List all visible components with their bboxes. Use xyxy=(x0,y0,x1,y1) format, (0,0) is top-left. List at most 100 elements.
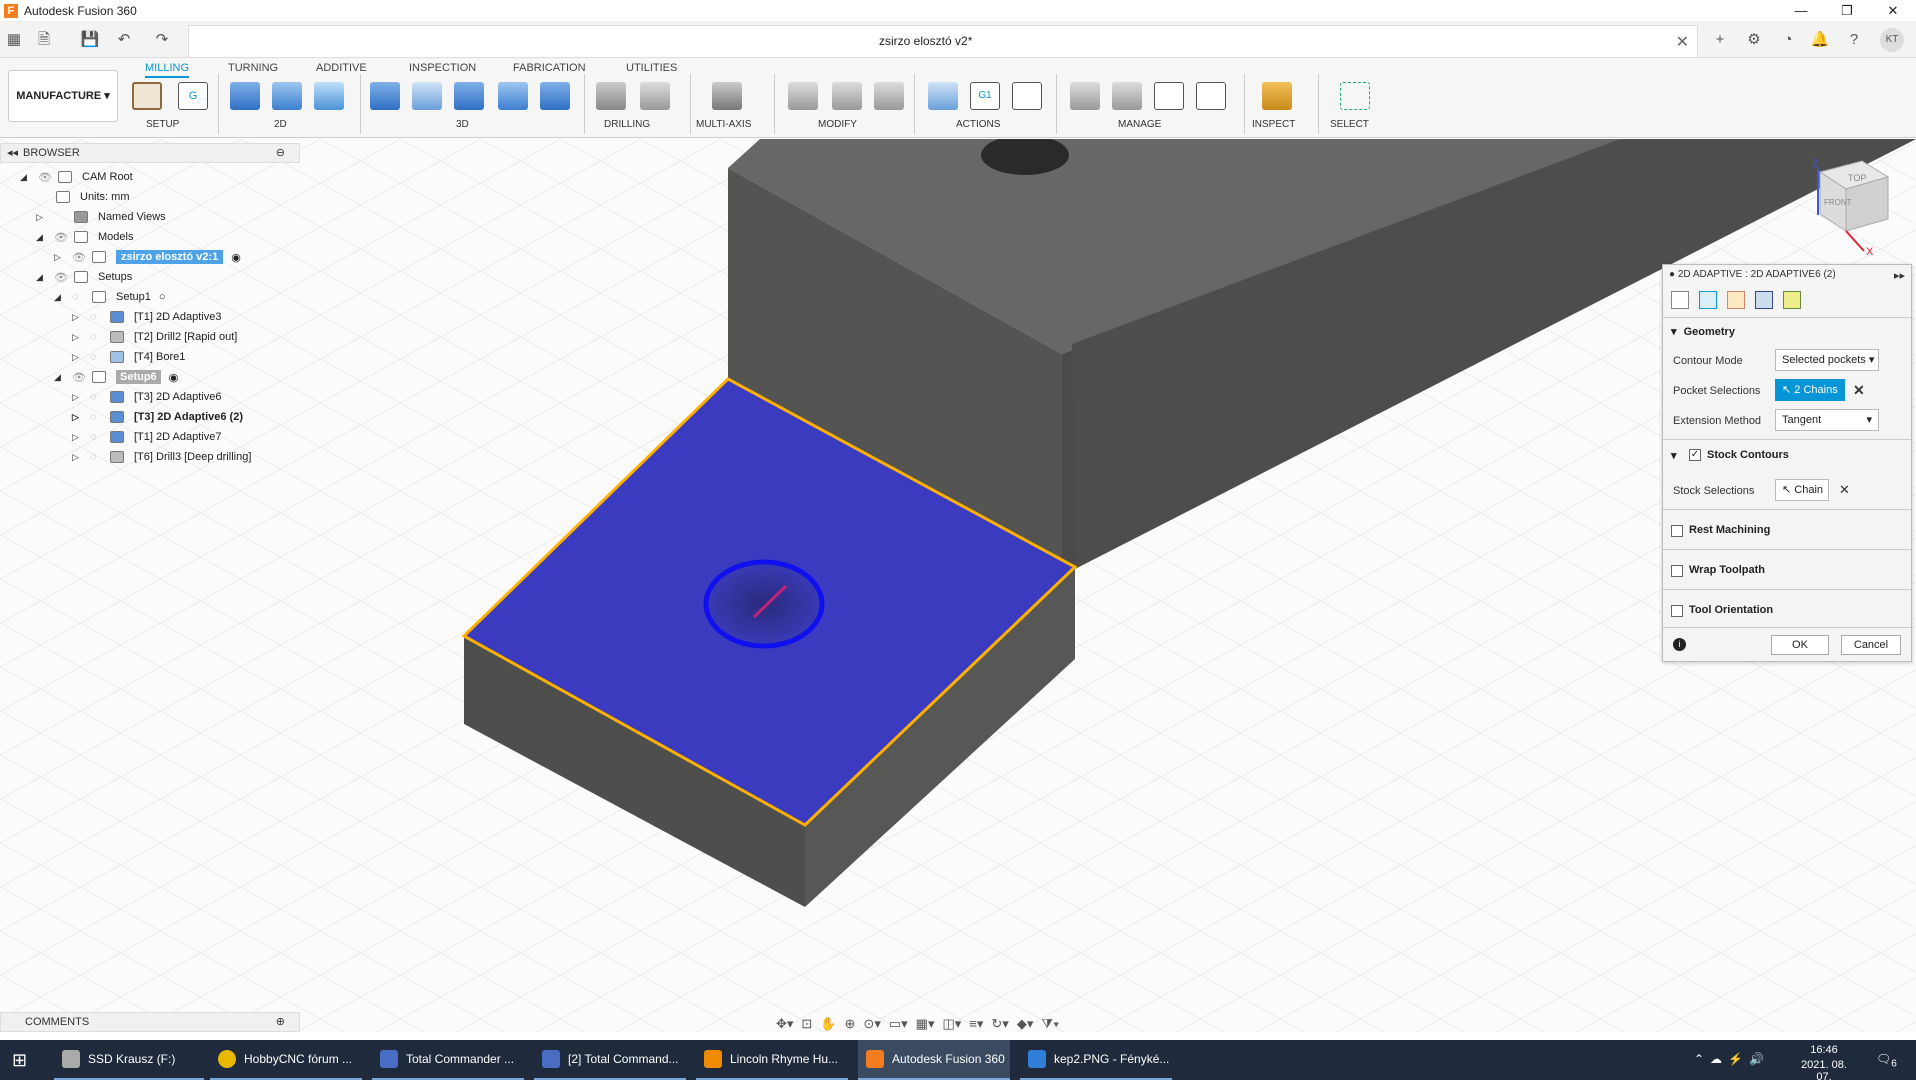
activate-radio-icon[interactable]: ◉ xyxy=(231,251,241,264)
measure-button[interactable] xyxy=(1262,82,1292,110)
taskbar-item[interactable]: Lincoln Rhyme Hu... xyxy=(696,1040,848,1080)
tree-item-named-views[interactable]: ▷ Named Views xyxy=(36,207,166,227)
tree-item-op[interactable]: ▷ ◌ [T6] Drill3 [Deep drilling] xyxy=(72,447,251,467)
file-menu-icon[interactable]: 🗎 xyxy=(34,30,54,50)
eye-icon[interactable]: 👁 xyxy=(54,271,68,284)
save-icon[interactable]: 💾 xyxy=(80,30,100,50)
template-library-button[interactable] xyxy=(1196,82,1226,110)
app-grid-icon[interactable]: ▦ xyxy=(4,30,24,50)
2d-pocket-button[interactable] xyxy=(272,82,302,110)
grid-settings-icon[interactable]: ▦▾ xyxy=(916,1016,935,1032)
look-at-icon[interactable]: ⊡ xyxy=(801,1016,812,1032)
collapsed-icon[interactable]: ▷ xyxy=(54,252,64,263)
tree-item-units[interactable]: Units: mm xyxy=(56,187,130,207)
eye-off-icon[interactable]: ◌ xyxy=(90,351,104,363)
eye-off-icon[interactable]: ◌ xyxy=(90,431,104,443)
drill-button[interactable] xyxy=(596,82,626,110)
passes-tab-icon[interactable] xyxy=(1755,291,1773,309)
collapsed-icon[interactable]: ▷ xyxy=(36,212,46,223)
2d-adaptive-button[interactable] xyxy=(230,82,260,110)
collapsed-icon[interactable]: ▷ xyxy=(72,432,82,443)
expanded-icon[interactable]: ◢ xyxy=(20,172,30,183)
system-tray-icons[interactable]: ⌃☁⚡🔊 xyxy=(1694,1052,1770,1092)
contour-mode-select[interactable]: Selected pockets ▾ xyxy=(1775,349,1879,371)
group-setup-label[interactable]: SETUP xyxy=(146,119,179,130)
modify-edit-button[interactable] xyxy=(874,82,904,110)
eye-icon[interactable]: 👁 xyxy=(72,371,86,384)
linking-tab-icon[interactable] xyxy=(1783,291,1801,309)
tree-item-model[interactable]: ▷ 👁 zsirzo elosztó v2:1 ◉ xyxy=(54,247,241,267)
3d-adaptive-button[interactable] xyxy=(370,82,400,110)
clear-stock-selections-icon[interactable]: ✕ xyxy=(1839,482,1850,498)
eye-off-icon[interactable]: ◌ xyxy=(90,451,104,463)
clear-pocket-selections-icon[interactable]: ✕ xyxy=(1853,382,1865,399)
collapsed-icon[interactable]: ▷ xyxy=(72,312,82,323)
refresh-icon[interactable]: ↻▾ xyxy=(991,1016,1008,1032)
pan-icon[interactable]: ✋ xyxy=(820,1016,836,1032)
taskbar-item[interactable]: [2] Total Command... xyxy=(534,1040,686,1080)
select-button[interactable] xyxy=(1340,82,1370,110)
tab-utilities[interactable]: UTILITIES xyxy=(626,58,677,78)
stock-selections-button[interactable]: ↖ Chain xyxy=(1775,479,1829,501)
eye-off-icon[interactable]: ◌ xyxy=(90,311,104,323)
tab-milling[interactable]: MILLING xyxy=(145,58,190,78)
face-button[interactable] xyxy=(314,82,344,110)
collapsed-icon[interactable]: ▷ xyxy=(72,352,82,363)
wrap-toolpath-checkbox[interactable] xyxy=(1671,565,1683,577)
group-inspect-label[interactable]: INSPECT xyxy=(1252,119,1295,130)
expanded-icon[interactable]: ◢ xyxy=(36,232,46,243)
collapsed-icon[interactable]: ▷ xyxy=(72,332,82,343)
undo-icon[interactable]: ↶ xyxy=(114,30,134,50)
tree-item-op[interactable]: ▷ ◌ [T1] 2D Adaptive7 xyxy=(72,427,221,447)
tab-inspection[interactable]: INSPECTION xyxy=(409,58,476,78)
tree-item-op[interactable]: ▷ ◌ [T1] 2D Adaptive3 xyxy=(72,307,221,327)
post-library-button[interactable] xyxy=(1154,82,1184,110)
new-tab-icon[interactable]: + xyxy=(1710,30,1730,50)
selected-hole[interactable] xyxy=(703,559,825,649)
collapse-browser-icon[interactable]: ◂◂ xyxy=(7,144,18,162)
tab-turning[interactable]: TURNING xyxy=(228,58,278,78)
activate-radio-icon[interactable]: ◉ xyxy=(169,371,179,384)
display-settings-icon[interactable]: ▭▾ xyxy=(889,1016,908,1032)
setup-sheet-button[interactable] xyxy=(1012,82,1042,110)
post-process-action-button[interactable]: G1 xyxy=(970,82,1000,110)
stock-contours-checkbox[interactable]: ✓ xyxy=(1689,449,1701,461)
simulate-button[interactable] xyxy=(928,82,958,110)
minimize-button[interactable]: — xyxy=(1778,0,1824,22)
ok-button[interactable]: OK xyxy=(1771,635,1829,655)
post-process-button[interactable]: G xyxy=(178,82,208,110)
tool-tab-icon[interactable] xyxy=(1671,291,1689,309)
close-window-button[interactable]: ✕ xyxy=(1870,0,1916,22)
browser-header[interactable]: BROWSER ◂◂ ⊖ xyxy=(0,143,300,163)
eye-icon[interactable]: 👁 xyxy=(38,171,52,184)
stock-contours-header[interactable]: ▾ xyxy=(1671,449,1677,462)
fit-icon[interactable]: ⊙▾ xyxy=(863,1016,880,1032)
pocket-selections-button[interactable]: ↖ 2 Chains xyxy=(1775,379,1845,401)
tree-item-setups[interactable]: ◢ 👁 Setups xyxy=(36,267,132,287)
group-drilling-label[interactable]: DRILLING xyxy=(604,119,650,130)
clock[interactable]: 16:46 2021. 08. 07. xyxy=(1794,1044,1854,1084)
expanded-icon[interactable]: ◢ xyxy=(54,372,64,383)
workspace-switcher[interactable]: MANUFACTURE ▾ xyxy=(8,70,118,122)
multi-axis-button[interactable] xyxy=(712,82,742,110)
document-tab[interactable]: zsirzo elosztó v2* ✕ xyxy=(188,25,1698,57)
thread-button[interactable] xyxy=(640,82,670,110)
notification-center-icon[interactable]: 🗨6 xyxy=(1876,1052,1897,1092)
tab-fabrication[interactable]: FABRICATION xyxy=(513,58,586,78)
redo-icon[interactable]: ↷ xyxy=(152,30,172,50)
tool-orientation-checkbox[interactable] xyxy=(1671,605,1683,617)
expanded-icon[interactable]: ◢ xyxy=(54,292,64,303)
tree-item-models[interactable]: ◢ 👁 Models xyxy=(36,227,133,247)
tree-item-op-active[interactable]: ▷ ◌ [T3] 2D Adaptive6 (2) xyxy=(72,407,243,427)
taskbar-item[interactable]: kep2.PNG - Fényké... xyxy=(1020,1040,1172,1080)
group-multi-axis-label[interactable]: MULTI-AXIS xyxy=(696,119,751,130)
taskbar-item[interactable]: Total Commander ... xyxy=(372,1040,524,1080)
3d-contour-button[interactable] xyxy=(454,82,484,110)
collapsed-icon[interactable]: ▷ xyxy=(72,412,82,423)
3d-scallop-button[interactable] xyxy=(540,82,570,110)
group-select-label[interactable]: SELECT xyxy=(1330,119,1369,130)
tree-item-op[interactable]: ▷ ◌ [T2] Drill2 [Rapid out] xyxy=(72,327,237,347)
tree-item-setup6[interactable]: ◢ 👁 Setup6 ◉ xyxy=(54,367,178,387)
info-icon[interactable]: i xyxy=(1673,638,1686,651)
geometry-tab-icon[interactable] xyxy=(1699,291,1717,309)
